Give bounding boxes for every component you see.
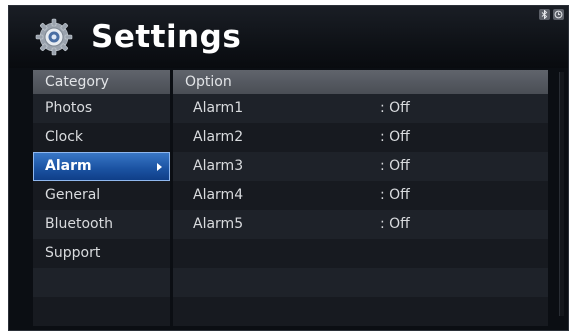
option-label: Alarm2 (193, 129, 244, 145)
category-empty-row (33, 297, 170, 326)
category-item-bluetooth[interactable]: Bluetooth (33, 210, 170, 239)
category-item-photos[interactable]: Photos (33, 94, 170, 123)
category-empty-row (33, 268, 170, 297)
chevron-right-icon (157, 163, 162, 171)
page-title: Settings (91, 19, 242, 55)
status-icons (539, 9, 564, 20)
option-value: : Off (380, 216, 410, 232)
option-value: : Off (380, 129, 410, 145)
option-item-alarm5[interactable]: Alarm5 : Off (173, 210, 548, 239)
settings-gear-icon (35, 18, 73, 56)
option-empty-row (173, 268, 548, 297)
category-item-label: Clock (45, 129, 84, 145)
option-value: : Off (380, 158, 410, 174)
category-item-label: Alarm (45, 158, 92, 174)
category-item-label: Bluetooth (45, 216, 113, 232)
category-item-label: General (45, 187, 101, 203)
category-item-general[interactable]: General (33, 181, 170, 210)
option-item-alarm1[interactable]: Alarm1 : Off (173, 94, 548, 123)
bluetooth-icon (539, 9, 550, 20)
category-list: Category Photos Clock Alarm General Blue… (33, 70, 170, 328)
option-header: Option (173, 70, 548, 94)
category-item-clock[interactable]: Clock (33, 123, 170, 152)
option-item-alarm4[interactable]: Alarm4 : Off (173, 181, 548, 210)
option-label: Alarm1 (193, 100, 244, 116)
option-label: Alarm5 (193, 216, 244, 232)
category-item-alarm[interactable]: Alarm (33, 152, 170, 181)
scrollbar[interactable] (559, 72, 564, 316)
option-empty-row (173, 297, 548, 326)
clock-icon (553, 9, 564, 20)
option-list: Option Alarm1 : Off Alarm2 : Off Alarm3 … (173, 70, 548, 328)
settings-window: Settings Category Photos Clock Alarm Gen… (8, 5, 569, 331)
option-item-alarm3[interactable]: Alarm3 : Off (173, 152, 548, 181)
category-header: Category (33, 70, 170, 94)
option-empty-row (173, 239, 548, 268)
category-item-label: Photos (45, 100, 93, 116)
category-item-label: Support (45, 245, 101, 261)
option-item-alarm2[interactable]: Alarm2 : Off (173, 123, 548, 152)
settings-content: Category Photos Clock Alarm General Blue… (33, 70, 553, 328)
option-label: Alarm3 (193, 158, 244, 174)
option-value: : Off (380, 100, 410, 116)
option-value: : Off (380, 187, 410, 203)
category-item-support[interactable]: Support (33, 239, 170, 268)
option-label: Alarm4 (193, 187, 244, 203)
title-bar: Settings (9, 6, 568, 68)
